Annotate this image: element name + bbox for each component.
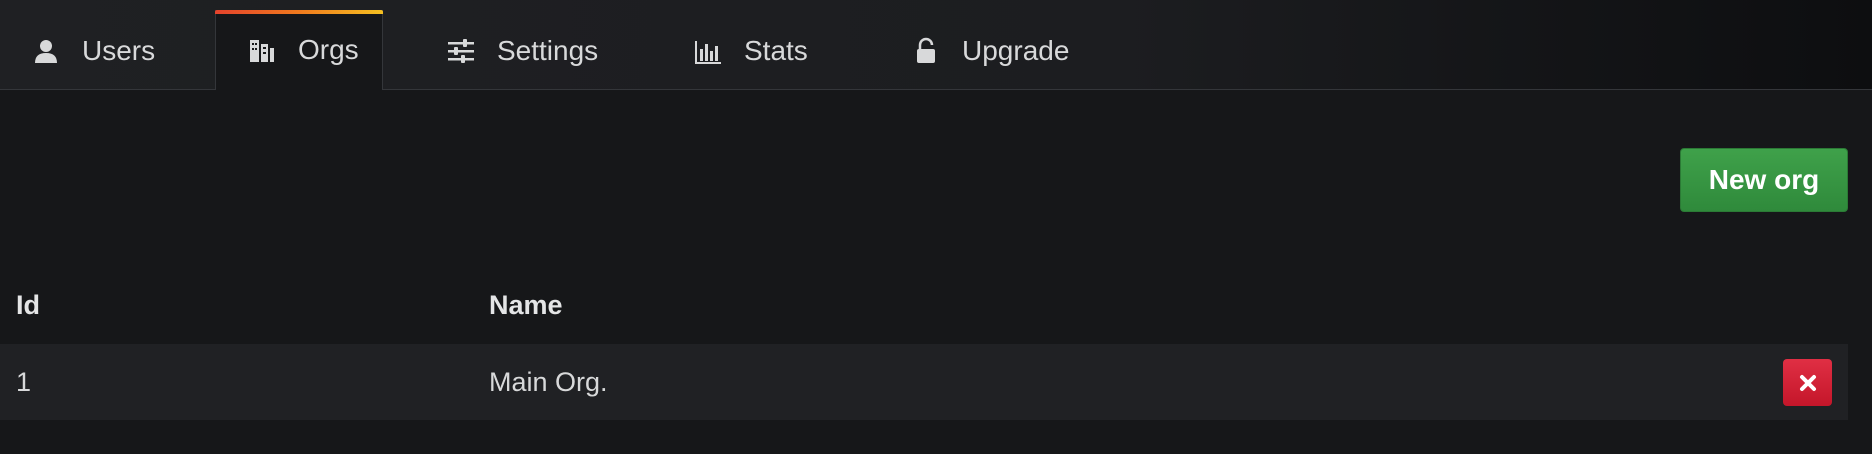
tab-label: Orgs <box>298 34 359 65</box>
delete-org-button[interactable] <box>1783 359 1832 406</box>
unlock-icon <box>912 37 940 65</box>
tab-label: Users <box>82 35 156 66</box>
bar-chart-icon <box>694 37 722 65</box>
close-icon <box>1799 374 1817 392</box>
tab-label: Upgrade <box>962 35 1070 66</box>
tab-bar: Users Orgs Settings Stats Upgrade <box>0 0 1872 90</box>
user-icon <box>32 37 60 65</box>
tab-orgs[interactable]: Orgs <box>215 10 383 90</box>
tab-label: Settings <box>497 35 599 66</box>
org-name-cell[interactable]: Main Org. <box>489 344 608 420</box>
building-icon <box>248 36 276 64</box>
tab-users[interactable]: Users <box>32 12 155 90</box>
tab-label: Stats <box>744 35 808 66</box>
tab-stats[interactable]: Stats <box>694 12 808 90</box>
org-id-cell: 1 <box>16 366 32 397</box>
new-org-button[interactable]: New org <box>1680 148 1848 212</box>
column-header-name: Name <box>489 290 563 320</box>
tab-upgrade[interactable]: Upgrade <box>912 12 1069 90</box>
table-row[interactable]: 1 Main Org. <box>0 344 1848 420</box>
admin-orgs-page: Users Orgs Settings Stats Upgrade New or… <box>0 0 1872 454</box>
tab-settings[interactable]: Settings <box>447 12 598 90</box>
column-header-id: Id <box>16 290 40 320</box>
sliders-icon <box>447 37 475 65</box>
